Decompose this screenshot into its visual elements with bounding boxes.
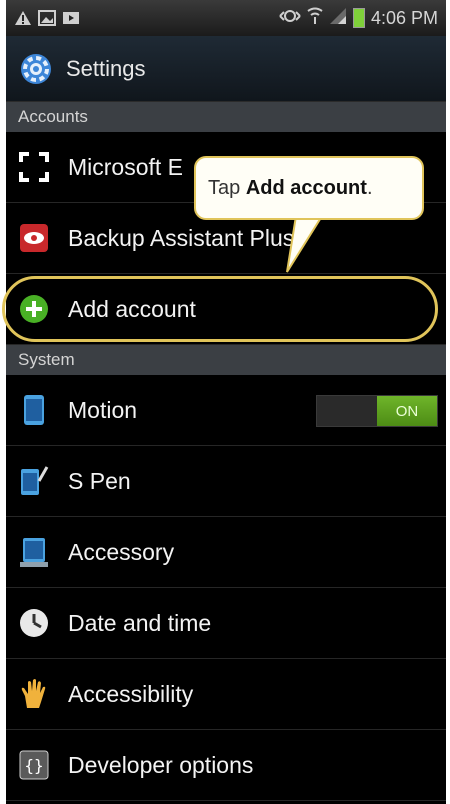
motion-toggle[interactable]: ON [316, 395, 438, 427]
list-item-accessibility[interactable]: Accessibility [6, 659, 446, 730]
battery-icon [352, 8, 365, 28]
callout-prefix: Tap [208, 176, 241, 199]
item-label: Backup Assistant Plus [68, 224, 295, 251]
item-label: Add account [68, 295, 196, 322]
braces-icon: {} [18, 749, 50, 781]
exchange-icon [18, 151, 50, 183]
item-label: S Pen [68, 467, 131, 494]
list-item-motion[interactable]: Motion ON [6, 375, 446, 446]
warning-icon [14, 10, 32, 26]
backup-icon [18, 222, 50, 254]
section-header-accounts: Accounts [6, 102, 446, 132]
plus-icon [18, 293, 50, 325]
signal-icon [329, 7, 347, 30]
item-label: Date and time [68, 609, 212, 636]
page-title: Settings [66, 55, 146, 81]
settings-gear-icon[interactable] [18, 51, 54, 87]
item-label: Motion [68, 396, 138, 423]
svg-text:{}: {} [24, 756, 43, 775]
callout-suffix: . [366, 176, 373, 199]
tutorial-callout: Tap Add account. [194, 156, 424, 220]
accessory-icon [18, 536, 50, 568]
app-header: Settings [6, 36, 446, 102]
section-header-system: System [6, 345, 446, 375]
wifi-icon [307, 7, 323, 30]
list-item-date-and-time[interactable]: Date and time [6, 588, 446, 659]
status-time: 4:06 PM [370, 7, 438, 28]
list-item-s-pen[interactable]: S Pen [6, 446, 446, 517]
item-label: Accessibility [68, 680, 194, 707]
pen-icon [18, 465, 50, 497]
item-label: Microsoft E [68, 153, 184, 180]
gallery-icon [38, 10, 56, 26]
list-item-add-account[interactable]: Add account [6, 274, 446, 345]
list-item-developer-options[interactable]: {} Developer options [6, 730, 446, 801]
callout-emphasis: Add account [245, 176, 367, 199]
phone-screen: 4:06 PM Settings Accounts Microsoft E Ba… [6, 0, 446, 804]
item-label: Developer options [68, 751, 254, 778]
sync-icon [279, 8, 301, 29]
toggle-on-label: ON [377, 396, 437, 426]
status-bar: 4:06 PM [6, 0, 446, 36]
list-item-accessory[interactable]: Accessory [6, 517, 446, 588]
item-label: Accessory [68, 538, 175, 565]
motion-icon [18, 394, 50, 426]
media-icon [62, 10, 80, 26]
hand-icon [18, 678, 50, 710]
clock-icon [18, 607, 50, 639]
